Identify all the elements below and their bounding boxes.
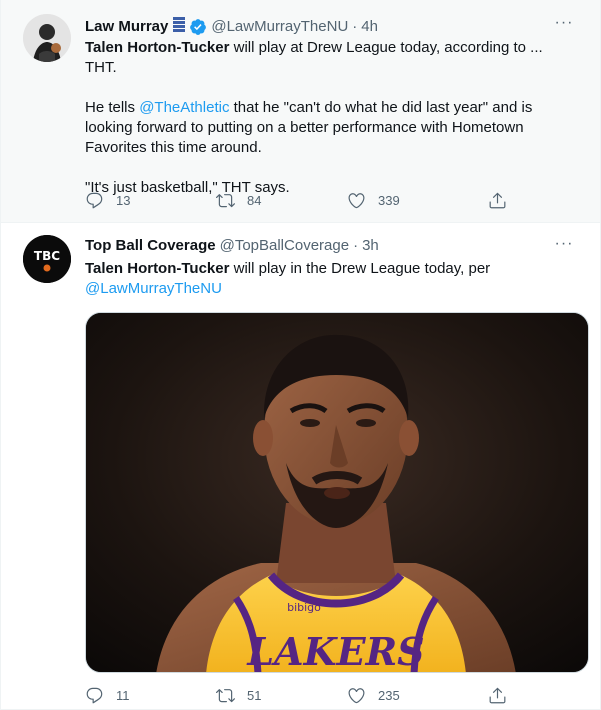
avatar[interactable]: TBC [23, 235, 71, 283]
bold-text: Talen Horton-Tucker [85, 39, 230, 56]
reply-button[interactable]: 13 [85, 191, 130, 210]
tweet-paragraph: Talen Horton-Tucker will play at Drew Le… [85, 38, 578, 78]
more-icon[interactable]: ··· [550, 9, 578, 37]
tweet-text: Talen Horton-Tucker will play at Drew Le… [85, 38, 578, 198]
timestamp[interactable]: 3h [362, 236, 379, 256]
tweet-law-murray[interactable]: Law Murray @LawMurrayTheNU · 4h ··· Tale… [0, 0, 601, 223]
jersey-text: LAKERS [246, 629, 424, 673]
share-button[interactable] [488, 191, 507, 210]
like-button[interactable]: 235 [347, 686, 400, 705]
like-button[interactable]: 339 [347, 191, 400, 210]
retweet-button[interactable]: 84 [216, 191, 261, 210]
tweet-top-ball-coverage[interactable]: TBC Top Ball Coverage @TopBallCoverage ·… [0, 223, 601, 710]
reply-count: 11 [116, 687, 130, 703]
bold-text: Talen Horton-Tucker [85, 260, 230, 277]
tweet-paragraph: He tells @TheAthletic that he "can't do … [85, 98, 578, 158]
retweet-count: 84 [247, 192, 262, 208]
avatar[interactable] [23, 14, 71, 62]
avatar-text: TBC [34, 249, 60, 263]
reply-icon [86, 192, 103, 208]
tweet-header: Law Murray @LawMurrayTheNU · 4h ··· [85, 14, 578, 39]
emoji-badge-icon [172, 15, 186, 39]
author-name[interactable]: Law Murray [85, 17, 168, 37]
tweet-actions: 13 84 339 [85, 190, 515, 210]
like-count: 235 [378, 687, 400, 703]
mention-link[interactable]: @TheAthletic [139, 99, 229, 116]
like-count: 339 [378, 192, 400, 208]
retweet-button[interactable]: 51 [216, 686, 261, 705]
paragraph-text: He tells [85, 99, 140, 116]
tweet-actions: 11 51 235 [85, 685, 515, 705]
share-icon [489, 687, 506, 703]
reply-button[interactable]: 11 [85, 686, 130, 705]
patch-text: bibigo [287, 601, 321, 614]
tweet-photo[interactable]: LAKERS bibigo [85, 312, 589, 673]
tweet-header: Top Ball Coverage @TopBallCoverage · 3h … [85, 235, 578, 256]
reply-icon [86, 687, 103, 703]
avatar-photo-icon [23, 14, 71, 62]
tweet-paragraph: Talen Horton-Tucker will play in the Dre… [85, 259, 578, 299]
verified-icon [189, 18, 207, 36]
share-button[interactable] [488, 686, 507, 705]
paragraph-text: will play in the Drew League today, per [229, 260, 491, 277]
author-handle[interactable]: @LawMurrayTheNU [211, 17, 348, 37]
author-handle[interactable]: @TopBallCoverage [220, 236, 349, 256]
like-icon [348, 192, 365, 208]
more-icon[interactable]: ··· [550, 230, 578, 258]
separator-dot: · [352, 18, 358, 35]
separator-dot: · [353, 237, 359, 254]
tbc-logo-icon: TBC [23, 235, 71, 283]
timestamp[interactable]: 4h [361, 17, 378, 37]
author-name[interactable]: Top Ball Coverage [85, 236, 216, 256]
player-photo: LAKERS bibigo [86, 313, 588, 673]
like-icon [348, 687, 365, 703]
retweet-icon [216, 193, 235, 207]
mention-link[interactable]: @LawMurrayTheNU [85, 280, 222, 297]
retweet-icon [216, 688, 235, 702]
retweet-count: 51 [247, 687, 262, 703]
tweet-text: Talen Horton-Tucker will play in the Dre… [85, 259, 578, 299]
reply-count: 13 [116, 192, 131, 208]
share-icon [489, 192, 506, 208]
